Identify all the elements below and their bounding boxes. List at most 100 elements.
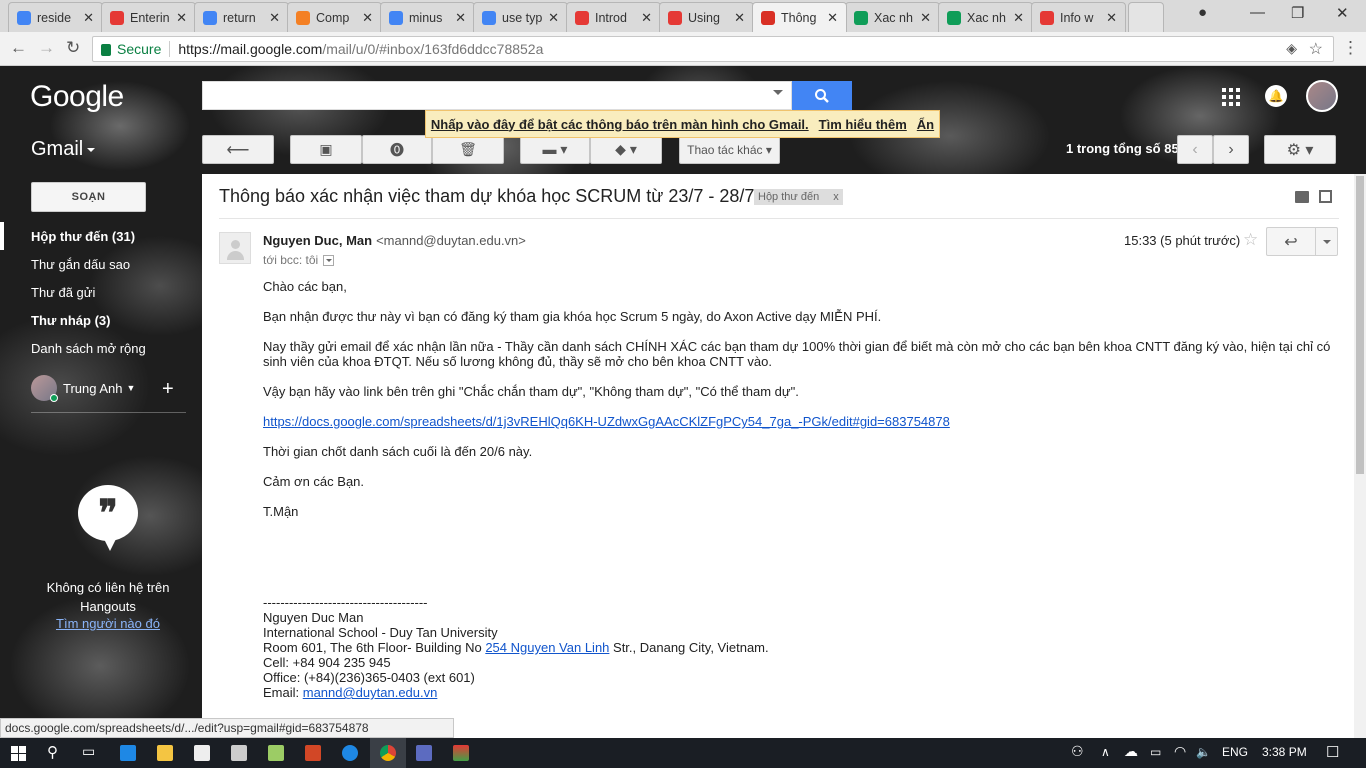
scrollbar[interactable] (1354, 174, 1366, 738)
volume-icon[interactable]: 🔈 (1196, 745, 1211, 759)
browser-tab[interactable]: minus ✕ (380, 2, 475, 32)
search-button[interactable] (792, 81, 852, 110)
sidebar-item[interactable]: Thư đã gửi (0, 278, 190, 306)
learn-more-link[interactable]: Tìm hiểu thêm (819, 117, 907, 132)
wifi-icon[interactable]: ◠ (1174, 743, 1186, 760)
minimize-icon[interactable]: — (1250, 4, 1265, 21)
browser-tab[interactable]: return ✕ (194, 2, 289, 32)
older-button[interactable]: › (1213, 135, 1249, 164)
apps-grid-icon[interactable] (1222, 88, 1240, 106)
messenger-icon[interactable] (342, 745, 358, 761)
profile-icon[interactable]: ● (1198, 4, 1207, 21)
notifications-icon[interactable]: 🔔 (1265, 85, 1287, 107)
star-icon[interactable]: ☆ (1243, 230, 1258, 250)
close-tab-icon[interactable]: ✕ (920, 10, 931, 26)
reply-button[interactable]: ↩ (1266, 227, 1316, 256)
close-tab-icon[interactable]: ✕ (1106, 10, 1117, 26)
close-tab-icon[interactable]: ✕ (548, 10, 559, 26)
labels-button[interactable]: ◆ ▾ (590, 135, 662, 164)
browser-tab[interactable]: Enterin ✕ (101, 2, 196, 32)
app-icon[interactable] (416, 745, 432, 761)
close-tab-icon[interactable]: ✕ (641, 10, 652, 26)
edge-icon[interactable] (120, 745, 136, 761)
move-to-button[interactable]: ▬ ▾ (520, 135, 590, 164)
onedrive-icon[interactable]: ☁ (1124, 743, 1138, 760)
sidebar-item[interactable]: Thư gắn dấu sao (0, 250, 190, 278)
settings-button[interactable]: ⚙ ▾ (1264, 135, 1336, 164)
google-logo[interactable]: Google (30, 80, 124, 114)
app-icon[interactable] (268, 745, 284, 761)
hangouts-user[interactable]: Trung Anh ▼ (31, 374, 181, 402)
remove-label-icon[interactable]: x (833, 191, 839, 203)
report-spam-button[interactable]: ⓿ (362, 135, 432, 164)
spreadsheet-link[interactable]: https://docs.google.com/spreadsheets/d/1… (263, 414, 950, 429)
browser-tab[interactable]: use typ ✕ (473, 2, 568, 32)
new-window-icon[interactable] (1319, 190, 1332, 203)
chevron-up-icon[interactable]: ∧ (1101, 745, 1110, 759)
address-bar[interactable]: Secure https://mail.google.com/mail/u/0/… (92, 36, 1334, 62)
close-tab-icon[interactable]: ✕ (1013, 10, 1024, 26)
reload-icon[interactable]: ↻ (66, 38, 80, 58)
close-window-icon[interactable]: ✕ (1336, 4, 1349, 22)
close-tab-icon[interactable]: ✕ (176, 10, 187, 26)
close-tab-icon[interactable]: ✕ (362, 10, 373, 26)
browser-tab[interactable]: Xac nh ✕ (938, 2, 1033, 32)
close-tab-icon[interactable]: ✕ (83, 10, 94, 26)
sender-name[interactable]: Nguyen Duc, Man (263, 233, 372, 248)
clock[interactable]: 3:38 PM (1262, 745, 1307, 759)
close-tab-icon[interactable]: ✕ (269, 10, 280, 26)
sidebar-item[interactable]: Danh sách mở rộng (0, 334, 190, 362)
chevron-down-icon[interactable]: ▼ (127, 383, 136, 393)
archive-button[interactable]: ▣ (290, 135, 362, 164)
windows-start-icon[interactable] (11, 746, 26, 761)
account-avatar[interactable] (1306, 80, 1338, 112)
new-conversation-icon[interactable]: + (162, 378, 174, 401)
task-view-icon[interactable]: ▭ (82, 743, 95, 760)
browser-tab[interactable]: reside ✕ (8, 2, 103, 32)
sender-avatar[interactable] (219, 232, 251, 264)
close-tab-icon[interactable]: ✕ (827, 10, 838, 26)
restore-icon[interactable]: ❐ (1291, 4, 1304, 22)
close-tab-icon[interactable]: ✕ (734, 10, 745, 26)
back-icon[interactable]: ← (10, 38, 27, 58)
gmail-switcher[interactable]: Gmail (31, 138, 96, 161)
app-icon[interactable] (453, 745, 469, 761)
scrollbar-thumb[interactable] (1356, 176, 1364, 474)
browser-tab[interactable]: Comp ✕ (287, 2, 382, 32)
inbox-label-chip[interactable]: Hộp thư đến x (754, 189, 843, 205)
compose-button[interactable]: SOẠN (31, 182, 146, 212)
email-link[interactable]: mannd@duytan.edu.vn (303, 685, 438, 700)
bookmark-star-icon[interactable]: ☆ (1309, 39, 1323, 59)
store-icon[interactable] (194, 745, 210, 761)
print-icon[interactable] (1295, 191, 1309, 203)
address-link[interactable]: 254 Nguyen Van Linh (485, 640, 609, 655)
show-details-icon[interactable] (323, 254, 335, 266)
chrome-icon[interactable] (380, 745, 396, 761)
browser-tab[interactable]: Info w ✕ (1031, 2, 1126, 32)
search-options-icon[interactable] (773, 90, 783, 95)
delete-button[interactable]: 🗑 (432, 135, 504, 164)
sidebar-item[interactable]: Hộp thư đến (31) (0, 222, 190, 250)
search-input[interactable] (202, 81, 792, 110)
search-icon[interactable]: ⚲ (47, 743, 58, 761)
browser-tab[interactable]: Thông ✕ (752, 2, 847, 32)
action-center-icon[interactable]: ☐ (1326, 743, 1339, 761)
new-tab-button[interactable] (1128, 2, 1164, 32)
menu-icon[interactable]: ⋮ (1342, 38, 1359, 58)
more-actions-button[interactable]: Thao tác khác ▾ (679, 135, 780, 164)
powerpoint-icon[interactable] (305, 745, 321, 761)
people-icon[interactable]: ⚇ (1071, 743, 1084, 760)
mail-icon[interactable] (231, 745, 247, 761)
close-tab-icon[interactable]: ✕ (455, 10, 466, 26)
input-language[interactable]: ENG (1222, 745, 1248, 759)
sidebar-item[interactable]: Thư nháp (3) (0, 306, 190, 334)
enable-notifications-link[interactable]: Nhấp vào đây để bật các thông báo trên m… (431, 117, 809, 132)
eye-icon[interactable]: ◈ (1286, 40, 1297, 57)
battery-icon[interactable]: ▭ (1150, 745, 1161, 759)
back-to-inbox-button[interactable]: ⟵ (202, 135, 274, 164)
browser-tab[interactable]: Introd ✕ (566, 2, 661, 32)
browser-tab[interactable]: Xac nh ✕ (845, 2, 940, 32)
file-explorer-icon[interactable] (157, 745, 173, 761)
newer-button[interactable]: ‹ (1177, 135, 1213, 164)
secure-indicator[interactable]: Secure (101, 41, 161, 57)
